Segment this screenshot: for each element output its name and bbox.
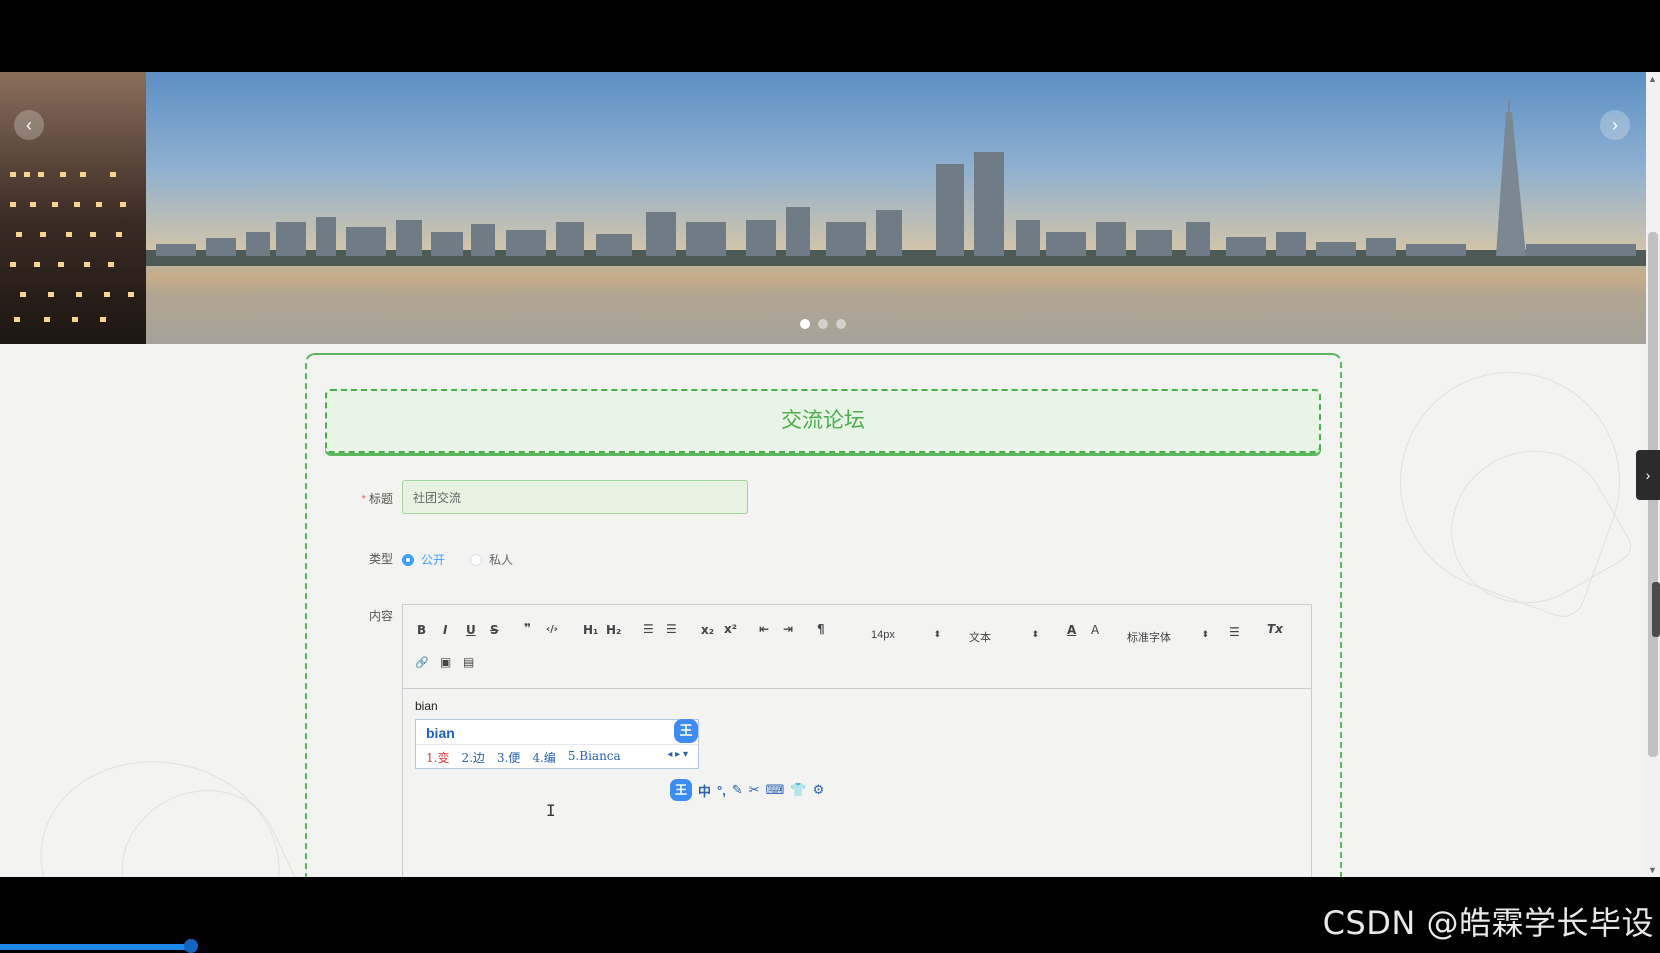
type-radio-group: 公开 私人 [402, 551, 513, 568]
type-field-label: 类型 [368, 552, 393, 566]
csdn-watermark: CSDN @皓霖学长毕设 [1322, 904, 1654, 942]
radio-private[interactable] [470, 553, 483, 566]
ime-composition-row: bian 王 [416, 719, 698, 745]
video-icon[interactable]: ▤ [463, 655, 474, 669]
font-color-icon[interactable]: A [1067, 623, 1076, 637]
carousel-next-button[interactable]: › [1600, 110, 1630, 140]
radio-private-label[interactable]: 私人 [489, 551, 513, 568]
ime-chinese-mode-icon[interactable]: 中 [698, 781, 711, 800]
forum-heading: 交流论坛 [781, 409, 865, 432]
ime-logo-icon: 王 [674, 719, 698, 743]
ime-candidate[interactable]: 5.Bianca [568, 749, 621, 766]
subscript-button[interactable]: x₂ [701, 623, 714, 637]
ime-handwrite-icon[interactable]: ✎ [732, 782, 743, 798]
font-size-select[interactable]: 14px ⬍ [871, 629, 941, 641]
ibeam-cursor-icon: I [546, 801, 556, 820]
superscript-button[interactable]: x² [724, 622, 737, 636]
header-select[interactable]: 文本 ⬍ [969, 629, 1039, 645]
ime-candidate-window: bian 王 1.变 2.边 3.便 4.编 5.Bianca ◂ ▸ ▾ [415, 719, 699, 769]
blockquote-icon[interactable]: ❞ [524, 621, 531, 635]
side-handle[interactable] [1652, 582, 1660, 637]
rich-text-editor: B I U S ❞ ‹/› H₁ H₂ ☰ ☰ x₂ x² ⇤ ⇥ ¶ 14px… [402, 604, 1312, 877]
ime-candidate-list: 1.变 2.边 3.便 4.编 5.Bianca [426, 749, 621, 766]
carousel-banner[interactable]: ‹ › [0, 72, 1646, 344]
city-skyline-image [146, 100, 1646, 344]
ime-status-bar: 王 中 °, ✎ ✂ ⌨ 👕 ⚙ [670, 778, 824, 802]
header-caret-icon: ⬍ [1031, 629, 1039, 639]
italic-button[interactable]: I [443, 623, 447, 637]
ime-candidate[interactable]: 2.边 [461, 749, 484, 766]
carousel-indicators [800, 319, 846, 329]
side-panel-toggle[interactable]: › [1636, 450, 1660, 500]
ime-keyboard-icon[interactable]: ⌨ [766, 782, 785, 798]
radio-public[interactable] [402, 553, 414, 566]
letterbox-top [0, 0, 1660, 72]
background-color-icon[interactable]: A [1091, 623, 1099, 637]
strike-button[interactable]: S [490, 623, 499, 637]
font-family-select[interactable]: 标准字体 ⬍ [1127, 629, 1209, 645]
font-family-caret-icon: ⬍ [1201, 629, 1209, 639]
editor-content[interactable]: bian [415, 699, 438, 713]
ime-punctuation-icon[interactable]: °, [717, 783, 726, 798]
video-progress-knob[interactable] [184, 939, 198, 953]
required-mark: * [361, 492, 366, 506]
scroll-down-arrow-icon[interactable]: ▼ [1648, 865, 1657, 875]
ime-pinyin: bian [426, 725, 455, 741]
carousel-dot[interactable] [818, 319, 828, 329]
radio-public-label[interactable]: 公开 [421, 551, 445, 568]
align-icon[interactable]: ☰ [1229, 625, 1240, 639]
link-icon[interactable]: 🔗 [415, 656, 429, 669]
browser-viewport: ‹ › 交流论坛 *标题 类型 公开 私人 内容 B I U [0, 72, 1660, 877]
editor-toolbar: B I U S ❞ ‹/› H₁ H₂ ☰ ☰ x₂ x² ⇤ ⇥ ¶ 14px… [403, 605, 1311, 689]
heading2-button[interactable]: H₂ [606, 623, 621, 637]
ime-candidate[interactable]: 3.便 [497, 749, 520, 766]
ime-candidate[interactable]: 4.编 [532, 749, 555, 766]
ime-page-nav-icon[interactable]: ◂ ▸ ▾ [667, 749, 688, 760]
carousel-dot[interactable] [836, 319, 846, 329]
ime-skin-icon[interactable]: 👕 [790, 782, 806, 798]
ime-candidate[interactable]: 1.变 [426, 749, 449, 766]
carousel-prev-button[interactable]: ‹ [14, 110, 44, 140]
ime-settings-gear-icon[interactable]: ⚙ [813, 782, 825, 798]
ime-scissors-icon[interactable]: ✂ [749, 782, 760, 798]
title-field-label: * 标题 [361, 492, 393, 506]
ordered-list-icon[interactable]: ☰ [643, 622, 654, 636]
video-progress-bar[interactable] [0, 944, 190, 950]
indent-icon[interactable]: ⇥ [783, 622, 793, 636]
forum-heading-box: 交流论坛 [325, 389, 1321, 453]
underline-button[interactable]: U [466, 623, 476, 637]
bullet-list-icon[interactable]: ☰ [666, 622, 677, 636]
font-size-caret-icon: ⬍ [933, 629, 941, 639]
heading1-button[interactable]: H₁ [583, 623, 598, 637]
scroll-up-arrow-icon[interactable]: ▲ [1648, 74, 1657, 84]
bold-button[interactable]: B [417, 623, 426, 637]
code-block-icon[interactable]: ‹/› [546, 624, 558, 635]
image-icon[interactable]: ▣ [440, 655, 451, 669]
ime-status-logo-icon[interactable]: 王 [670, 779, 692, 801]
clean-format-icon[interactable]: Tx [1267, 622, 1283, 636]
text-direction-icon[interactable]: ¶ [817, 622, 825, 636]
carousel-dot[interactable] [800, 319, 810, 329]
outdent-icon[interactable]: ⇤ [759, 622, 769, 636]
title-input[interactable] [402, 480, 748, 514]
content-field-label: 内容 [368, 609, 393, 623]
